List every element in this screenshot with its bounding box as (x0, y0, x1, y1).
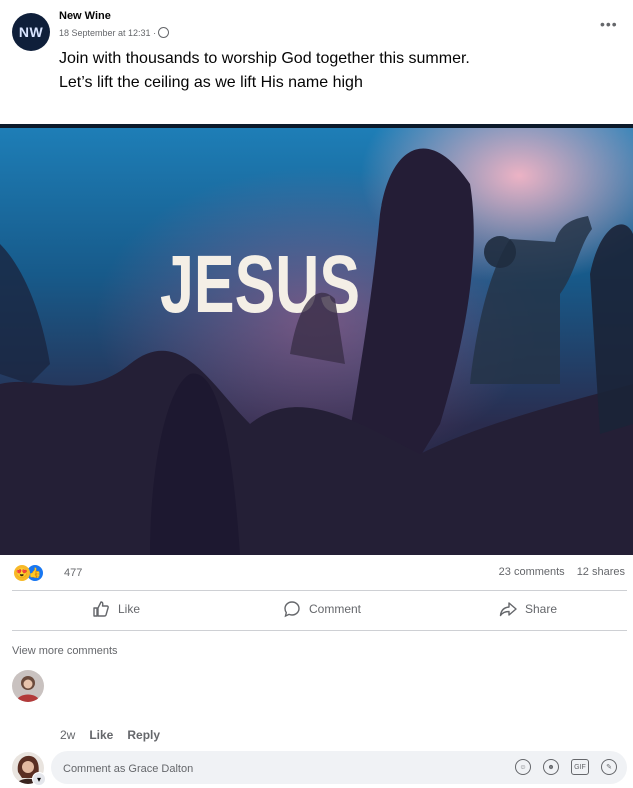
concert-photo: JESUS (0, 124, 633, 555)
chevron-down-icon[interactable]: ▾ (32, 772, 46, 786)
post-text-line1: Join with thousands to worship God toget… (59, 50, 470, 67)
like-icon (93, 601, 109, 617)
engagement-counts: 23 comments 12 shares (499, 566, 625, 578)
comment-actions: 2w Like Reply (60, 728, 160, 742)
composer-icons: ☺ ☻ GIF ✎ (515, 759, 617, 775)
comment-age[interactable]: 2w (60, 728, 75, 742)
comment-icon (284, 601, 300, 618)
globe-icon (158, 27, 170, 38)
attach-sticker-icon[interactable]: ✎ (601, 759, 617, 775)
comments-count[interactable]: 23 comments (499, 566, 565, 578)
comment-composer: ☺ ☻ GIF ✎ (51, 751, 627, 786)
reaction-count[interactable]: 477 (64, 567, 82, 579)
comment-reply-link[interactable]: Reply (127, 728, 160, 742)
commenter-avatar[interactable] (12, 670, 44, 702)
timestamp-text[interactable]: 18 September at 12:31 · (59, 28, 156, 38)
divider (12, 590, 627, 591)
commenter-photo (12, 670, 44, 702)
share-label: Share (525, 602, 558, 616)
shares-count[interactable]: 12 shares (577, 566, 625, 578)
post-timestamp[interactable]: 18 September at 12:31 · (59, 27, 170, 38)
page-name[interactable]: New Wine (59, 10, 111, 22)
sticker-icon[interactable]: ☺ (515, 759, 531, 775)
post-text: Join with thousands to worship God toget… (59, 47, 470, 95)
care-reaction-icon: 😍 (14, 565, 30, 581)
more-icon[interactable]: ••• (600, 16, 618, 32)
like-label: Like (118, 602, 141, 616)
view-more-comments[interactable]: View more comments (12, 645, 118, 657)
share-icon (499, 602, 517, 617)
divider (12, 630, 627, 631)
comment-like-link[interactable]: Like (89, 728, 113, 742)
gif-icon[interactable]: GIF (571, 759, 589, 775)
reactions-summary[interactable]: 😍 👍 477 (14, 564, 82, 582)
comment-button[interactable]: Comment (283, 600, 361, 618)
like-button[interactable]: Like (92, 600, 140, 618)
post-text-line2: Let’s lift the ceiling as we lift His na… (59, 74, 363, 91)
page-avatar[interactable]: NW (12, 13, 50, 51)
emoji-icon[interactable]: ☻ (543, 759, 559, 775)
comment-label: Comment (309, 602, 362, 616)
share-button[interactable]: Share (499, 600, 557, 618)
comment-input[interactable] (61, 751, 505, 786)
post-image[interactable]: JESUS (0, 124, 633, 555)
